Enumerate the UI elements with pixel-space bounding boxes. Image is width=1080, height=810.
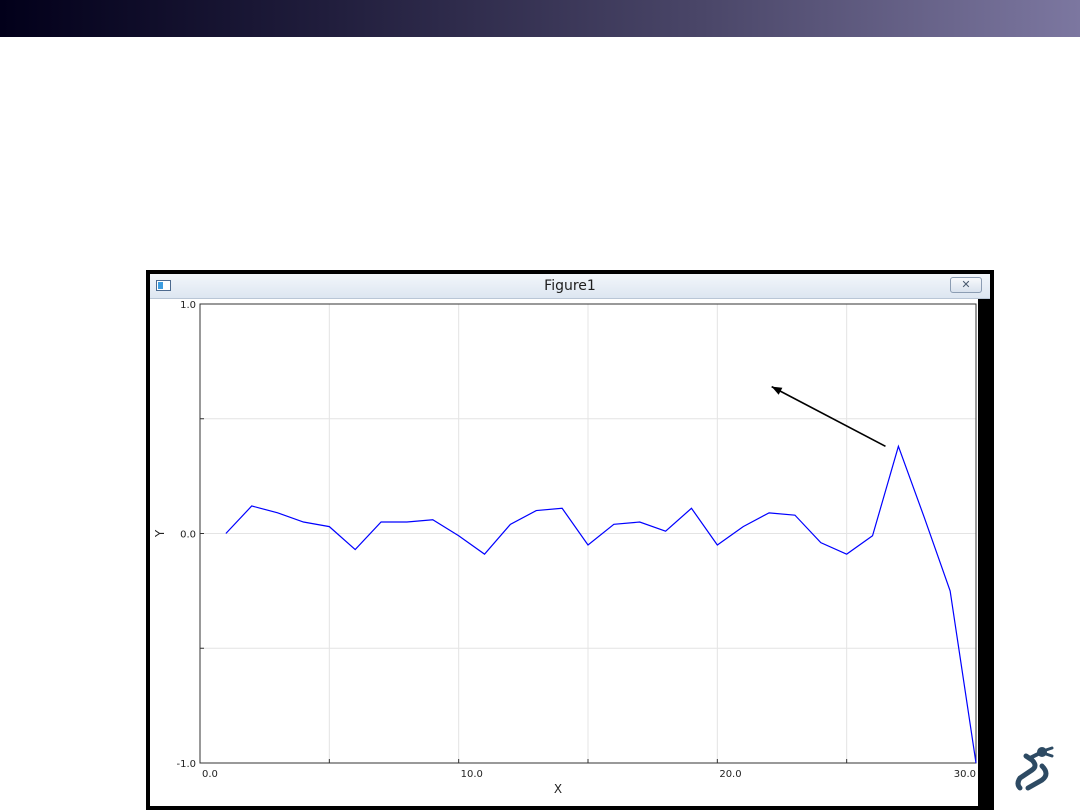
plot-area: 0.0 10.0 20.0 30.0 -1.0 0.0 1.0 X Y	[150, 299, 978, 806]
data-point	[535, 509, 537, 511]
line-chart: 0.0 10.0 20.0 30.0 -1.0 0.0 1.0 X Y	[153, 300, 977, 796]
figure-window: Figure1 ✕ 0.0 10.0 20.0 30.0 -1.0 0.0 1.0 X Y	[146, 270, 994, 810]
close-button[interactable]: ✕	[950, 277, 982, 293]
y-tick-label: -1.0	[176, 759, 196, 770]
data-point	[302, 521, 304, 523]
window-titlebar[interactable]: Figure1 ✕	[150, 274, 990, 299]
data-point	[354, 548, 356, 550]
robot-arm-logo-icon	[1015, 746, 1054, 791]
data-point	[587, 544, 589, 546]
slide-header-bar	[0, 0, 1080, 37]
data-point	[457, 535, 459, 537]
y-axis-label: Y	[153, 529, 167, 538]
x-axis-label: X	[554, 782, 562, 796]
data-point	[820, 541, 822, 543]
data-point	[768, 512, 770, 514]
annotation-arrow-head	[771, 386, 783, 395]
x-tick-label: 20.0	[719, 769, 741, 780]
data-point	[328, 525, 330, 527]
data-point	[845, 553, 847, 555]
data-point	[251, 505, 253, 507]
window-title: Figure1	[544, 278, 596, 294]
data-point	[871, 535, 873, 537]
data-point	[561, 507, 563, 509]
data-point	[380, 521, 382, 523]
x-tick-label: 10.0	[461, 769, 483, 780]
x-tick-label: 30.0	[954, 769, 976, 780]
window-right-edge	[978, 299, 990, 806]
data-point	[975, 762, 977, 764]
data-point	[690, 507, 692, 509]
data-point	[897, 445, 899, 447]
series-line	[225, 444, 977, 764]
data-point	[742, 525, 744, 527]
data-point	[639, 521, 641, 523]
data-point	[949, 590, 951, 592]
data-point	[716, 544, 718, 546]
data-point	[923, 516, 925, 518]
data-point	[432, 519, 434, 521]
x-tick-label: 0.0	[202, 769, 218, 780]
data-point	[509, 523, 511, 525]
data-point	[276, 512, 278, 514]
annotation-arrow-line	[771, 385, 886, 447]
data-point	[794, 514, 796, 516]
data-point	[406, 521, 408, 523]
y-tick-label: 0.0	[180, 530, 196, 541]
data-point	[613, 523, 615, 525]
y-tick-label: 1.0	[180, 300, 196, 311]
close-icon: ✕	[961, 278, 971, 291]
data-point	[664, 530, 666, 532]
data-point	[483, 553, 485, 555]
data-point	[225, 532, 227, 534]
